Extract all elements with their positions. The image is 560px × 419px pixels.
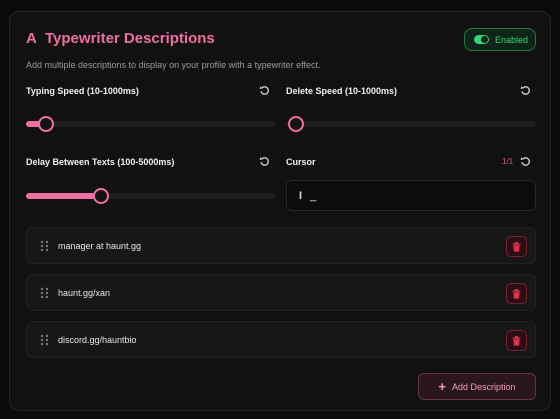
text-cursor-icon: I (299, 189, 303, 202)
delay-between-slider[interactable] (26, 188, 275, 204)
add-description-label: Add Description (452, 381, 516, 392)
typewriter-a-icon: A (26, 30, 37, 47)
plus-icon: + (438, 379, 447, 394)
description-row: manager at haunt.gg (26, 227, 536, 264)
drag-handle-icon[interactable] (40, 240, 49, 252)
slider-thumb[interactable] (92, 188, 109, 204)
drag-handle-icon[interactable] (40, 287, 49, 299)
delete-description-button[interactable] (506, 236, 527, 257)
cursor-label: Cursor (286, 157, 316, 167)
typing-speed-slider[interactable] (26, 116, 275, 132)
delete-description-button[interactable] (506, 330, 527, 351)
delete-speed-slider[interactable] (286, 116, 536, 132)
slider-thumb[interactable] (37, 116, 54, 132)
delete-description-button[interactable] (506, 283, 527, 304)
trash-icon (512, 241, 521, 252)
toggle-switch-icon (474, 35, 489, 44)
slider-thumb[interactable] (288, 116, 304, 132)
section-title: Typewriter Descriptions (45, 30, 215, 47)
add-description-button[interactable]: + Add Description (418, 373, 536, 400)
delay-between-label: Delay Between Texts (100-5000ms) (26, 157, 175, 167)
drag-handle-icon[interactable] (40, 334, 49, 346)
description-text[interactable]: manager at haunt.gg (58, 241, 141, 251)
delete-speed-label: Delete Speed (10-1000ms) (286, 86, 398, 96)
section-subtitle: Add multiple descriptions to display on … (26, 60, 321, 70)
reset-icon[interactable] (259, 85, 270, 96)
reset-icon[interactable] (520, 85, 531, 96)
typing-speed-label: Typing Speed (10-1000ms) (26, 86, 139, 96)
enabled-toggle[interactable]: Enabled (464, 28, 536, 51)
cursor-value: _ (310, 189, 317, 202)
trash-icon (512, 335, 521, 346)
toggle-label: Enabled (495, 34, 529, 45)
description-row: haunt.gg/xan (26, 274, 536, 311)
description-text[interactable]: discord.gg/hauntbio (58, 335, 137, 345)
cursor-input[interactable]: I _ (286, 180, 536, 211)
description-text[interactable]: haunt.gg/xan (58, 288, 110, 298)
cursor-count: 1/1 (502, 157, 514, 166)
section-header: A Typewriter Descriptions (26, 30, 215, 47)
slider-fill (26, 193, 101, 199)
reset-icon[interactable] (520, 156, 531, 167)
trash-icon (512, 288, 521, 299)
reset-icon[interactable] (259, 156, 270, 167)
description-row: discord.gg/hauntbio (26, 321, 536, 358)
